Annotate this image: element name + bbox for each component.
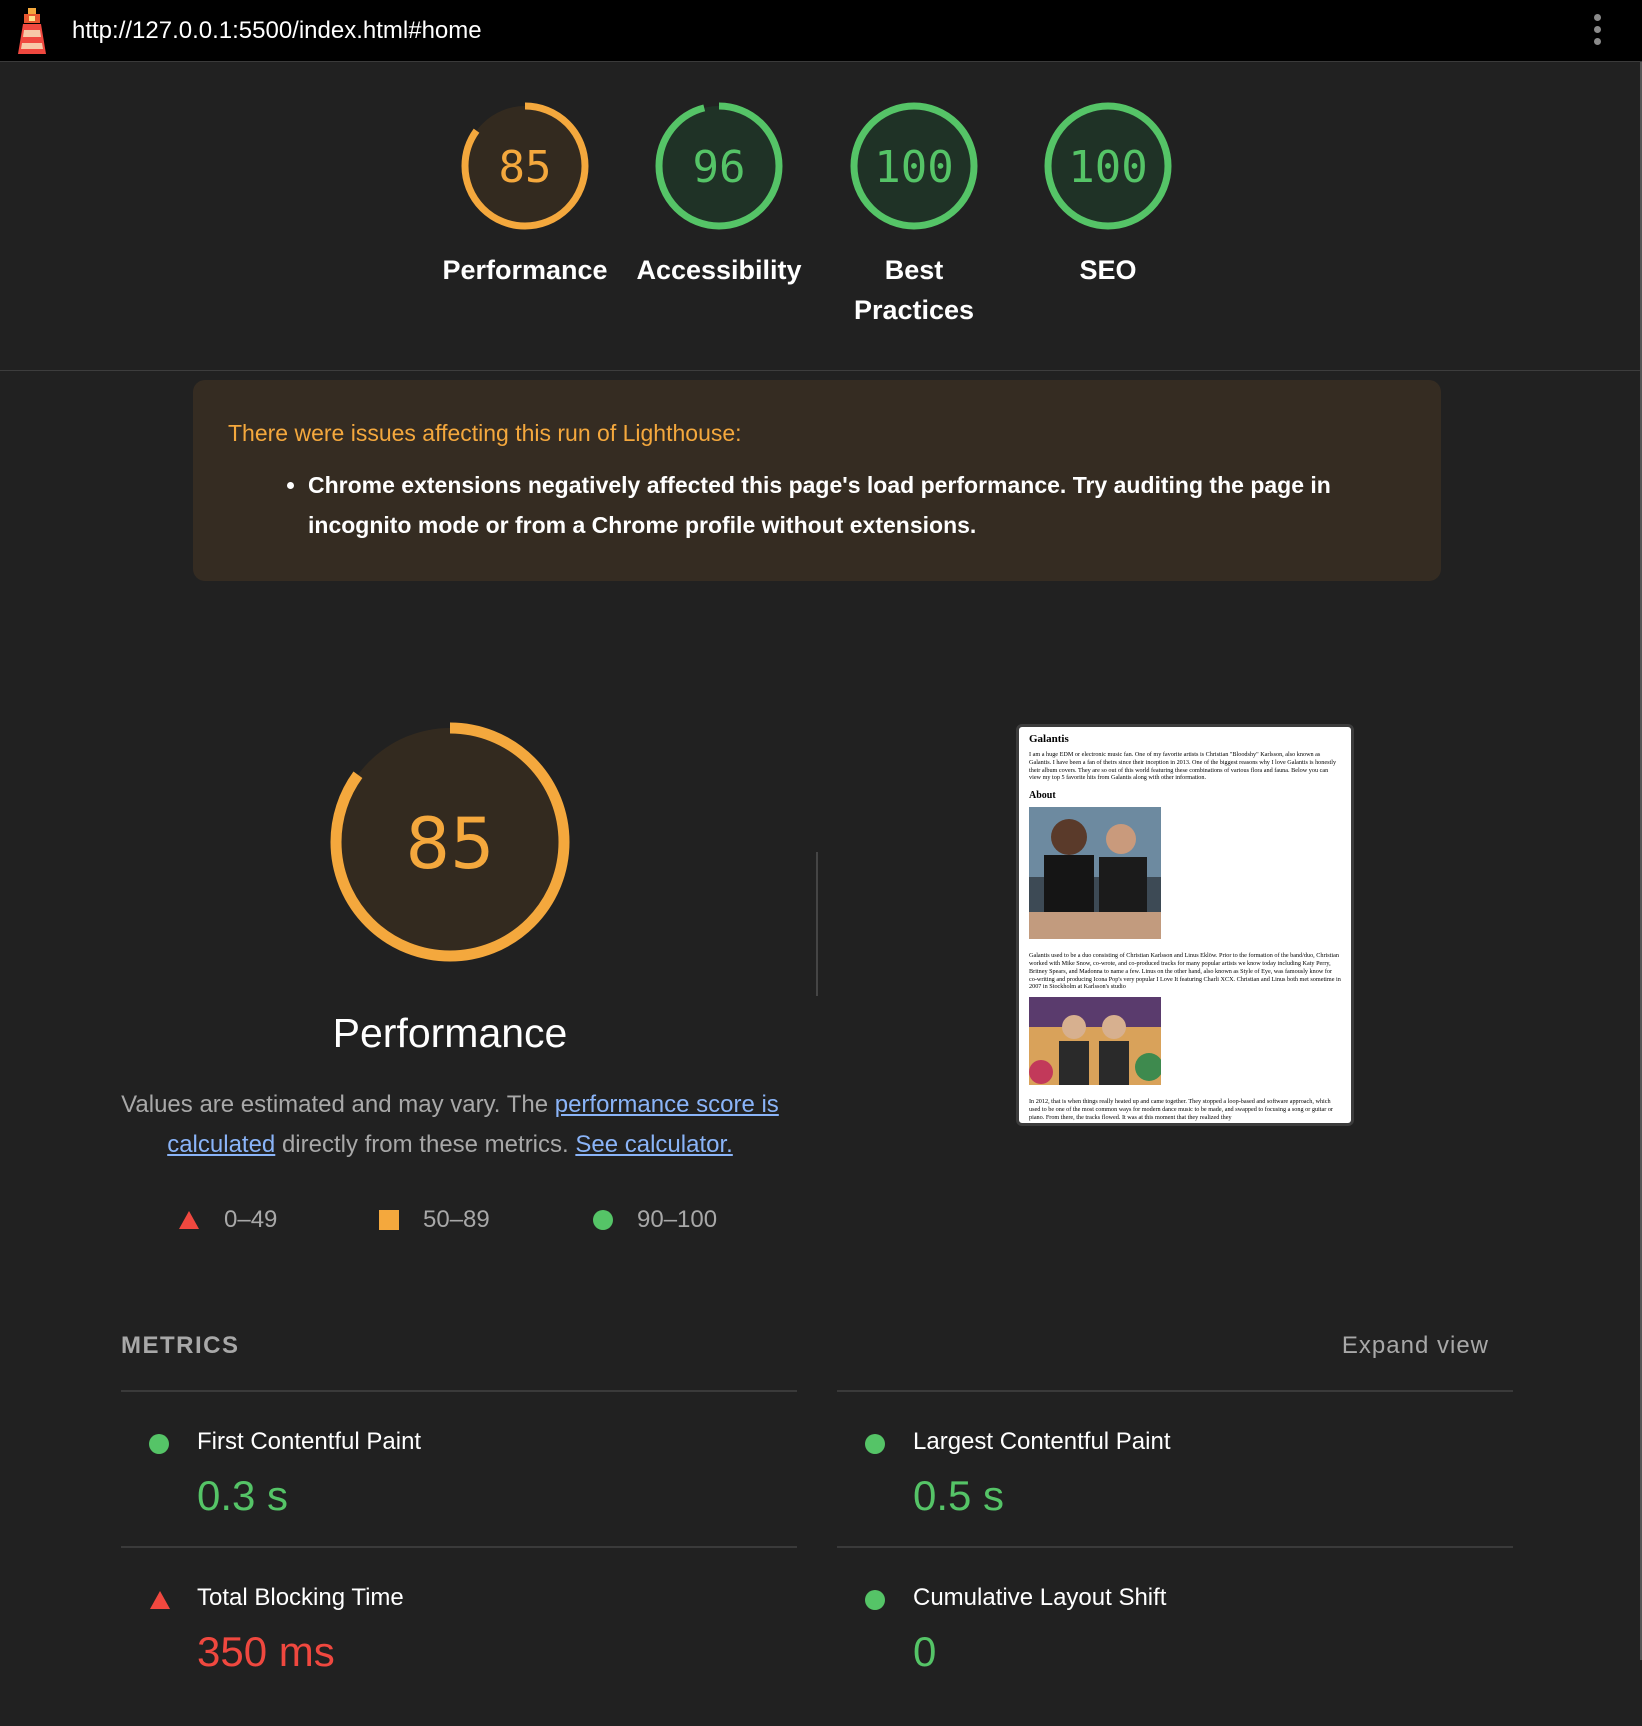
performance-gauge: 85: [330, 722, 570, 962]
pass-circle-icon: [865, 1434, 885, 1454]
screenshot-photo-2: [1029, 997, 1163, 1086]
gauge-score: 96: [693, 142, 746, 193]
legend-fail: 0–49: [178, 1200, 277, 1240]
run-warnings: There were issues affecting this run of …: [193, 380, 1441, 581]
desc-text: Values are estimated and may vary. The: [121, 1091, 555, 1118]
gauge-best-practices[interactable]: 100 Best Practices: [819, 100, 1009, 330]
performance-score: 85: [405, 803, 494, 885]
metric-cumulative-layout-shift: Cumulative Layout Shift 0: [837, 1576, 1477, 1726]
metric-name: Cumulative Layout Shift: [913, 1584, 1167, 1611]
gauge-seo[interactable]: 100 SEO: [1013, 100, 1203, 290]
expand-view-button[interactable]: Expand view: [1342, 1332, 1489, 1360]
gauge-ring-performance: 85: [461, 102, 589, 230]
metrics-divider: [837, 1546, 1513, 1548]
screenshot-photo-1: [1029, 807, 1161, 940]
score-legend: 0–49 50–89 90–100: [0, 1200, 820, 1240]
gauge-accessibility[interactable]: 96 Accessibility: [624, 100, 814, 290]
desc-text: directly from these metrics.: [275, 1131, 576, 1158]
gauge-score: 100: [874, 142, 953, 193]
metrics-divider: [121, 1390, 797, 1392]
metrics-title: METRICS: [121, 1332, 240, 1359]
screenshot-paragraph: Galantis used to be a duo consisting of …: [1029, 952, 1341, 991]
lighthouse-icon: [18, 8, 46, 54]
section-divider: [816, 852, 818, 996]
square-icon: [379, 1210, 399, 1230]
fail-triangle-icon: [150, 1591, 170, 1609]
metric-value: 0.3 s: [197, 1472, 289, 1519]
warning-title: There were issues affecting this run of …: [228, 420, 742, 446]
gauge-ring-best-practices: 100: [850, 102, 978, 230]
metric-name: First Contentful Paint: [197, 1428, 422, 1455]
gauge-score: 85: [499, 142, 552, 193]
gauge-ring-seo: 100: [1044, 102, 1172, 230]
header-divider: [0, 370, 1642, 371]
warning-item: Chrome extensions negatively affected th…: [308, 465, 1406, 545]
legend-label: 50–89: [423, 1206, 490, 1233]
final-screenshot[interactable]: Galantis I am a huge EDM or electronic m…: [1016, 724, 1354, 1126]
metric-name: Largest Contentful Paint: [913, 1428, 1171, 1455]
gauge-label: SEO: [1079, 255, 1137, 285]
pass-circle-icon: [149, 1434, 169, 1454]
metrics-divider: [121, 1546, 797, 1548]
screenshot-subheading: About: [1029, 790, 1056, 802]
circle-icon: [593, 1210, 613, 1230]
gauge-performance[interactable]: 85 Performance: [430, 100, 620, 290]
screenshot-paragraph: In 2012, that is when things really heat…: [1029, 1098, 1333, 1121]
legend-label: 0–49: [224, 1206, 278, 1233]
metric-value: 350 ms: [197, 1628, 335, 1675]
category-gauges: 85 Performance 96 Accessibility 100 Best…: [0, 100, 1642, 370]
legend-pass: 90–100: [593, 1200, 717, 1240]
legend-average: 50–89: [379, 1200, 490, 1240]
metric-name: Total Blocking Time: [197, 1584, 404, 1611]
gauge-label: Best Practices: [853, 255, 975, 325]
legend-label: 90–100: [637, 1206, 718, 1233]
metric-value: 0: [913, 1628, 937, 1675]
metric-total-blocking-time: Total Blocking Time 350 ms: [121, 1576, 761, 1726]
triangle-icon: [179, 1211, 199, 1229]
screenshot-heading: Galantis: [1029, 733, 1069, 745]
kebab-menu-icon[interactable]: [1592, 14, 1602, 48]
pass-circle-icon: [865, 1590, 885, 1610]
browser-toolbar: http://127.0.0.1:5500/index.html#home: [0, 0, 1642, 62]
performance-description: Values are estimated and may vary. The p…: [120, 1085, 780, 1165]
gauge-score: 100: [1068, 142, 1147, 193]
warning-list: Chrome extensions negatively affected th…: [228, 465, 1406, 545]
performance-title: Performance: [332, 1010, 568, 1056]
screenshot-paragraph: I am a huge EDM or electronic music fan.…: [1029, 751, 1337, 782]
gauge-label: Accessibility: [636, 255, 802, 285]
url-bar[interactable]: http://127.0.0.1:5500/index.html#home: [72, 17, 482, 45]
see-calculator-link[interactable]: See calculator.: [575, 1131, 732, 1158]
metrics-divider: [837, 1390, 1513, 1392]
gauge-label: Performance: [442, 255, 608, 285]
gauge-ring-accessibility: 96: [655, 102, 783, 230]
metric-value: 0.5 s: [913, 1472, 1005, 1519]
